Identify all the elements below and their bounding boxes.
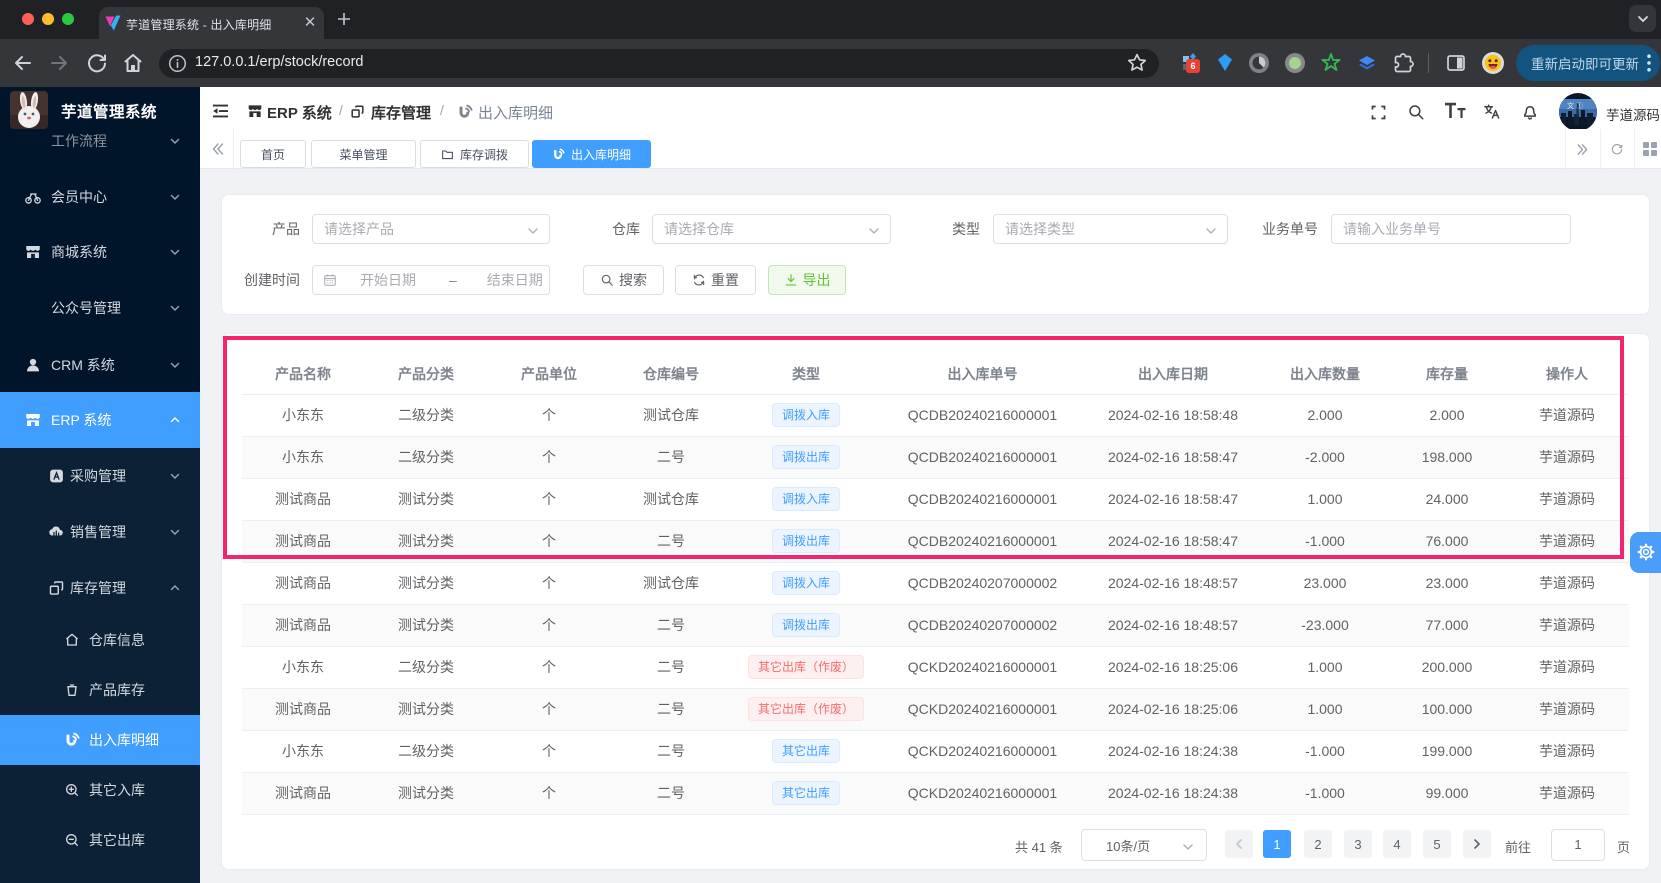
svg-text:文 ①: 文 ①: [1567, 101, 1583, 110]
